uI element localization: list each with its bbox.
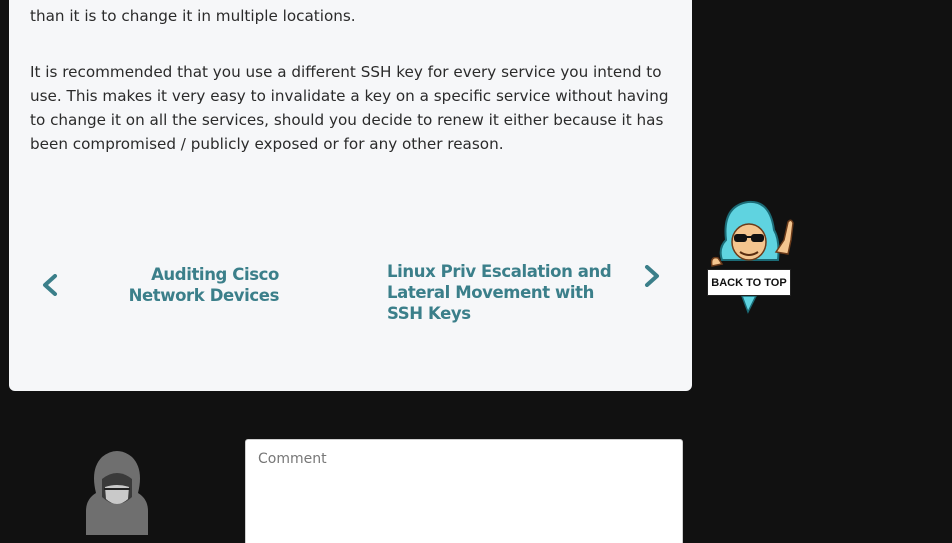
page: If a keypair becomes compromised, it is …	[0, 0, 952, 543]
article-card: If a keypair becomes compromised, it is …	[9, 0, 692, 391]
hooded-user-avatar-icon	[86, 451, 148, 535]
next-post-title: Linux Priv Escalation and Lateral Moveme…	[387, 262, 612, 323]
back-to-top-label: BACK TO TOP	[707, 269, 791, 296]
previous-post-title: Auditing Cisco Network Devices	[128, 265, 280, 305]
post-navigation: Auditing Cisco Network Devices Linux Pri…	[29, 230, 671, 366]
article-body: If a keypair becomes compromised, it is …	[30, 0, 670, 188]
back-to-top-button[interactable]: BACK TO TOP	[704, 200, 798, 314]
chevron-left-icon	[43, 274, 57, 296]
next-post-link[interactable]: Linux Priv Escalation and Lateral Moveme…	[387, 261, 661, 324]
article-paragraph: If a keypair becomes compromised, it is …	[30, 0, 634, 25]
article-paragraph: It is recommended that you use a differe…	[30, 63, 669, 153]
comment-input[interactable]	[245, 439, 683, 543]
chevron-right-icon	[645, 264, 659, 287]
hacker-mascot-icon	[710, 200, 794, 314]
previous-post-link[interactable]: Auditing Cisco Network Devices	[41, 264, 279, 306]
